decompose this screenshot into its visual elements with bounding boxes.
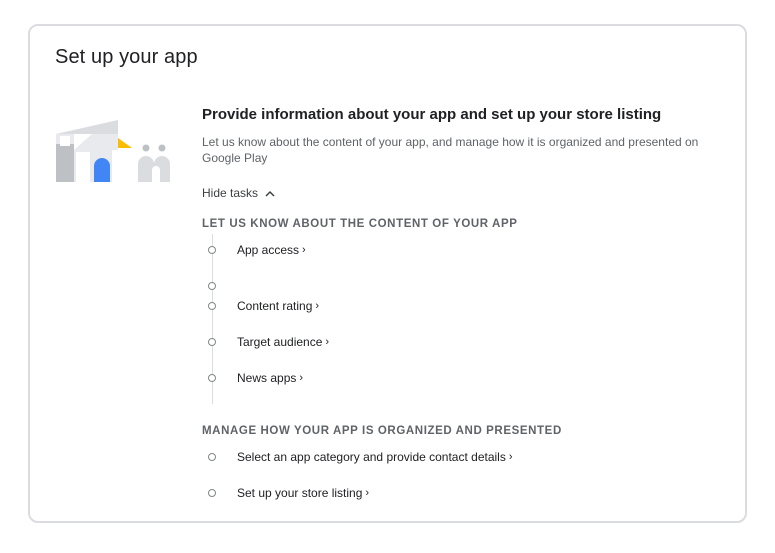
task-link-news-apps[interactable]: News apps ›: [237, 371, 303, 385]
chevron-right-icon: ›: [325, 336, 330, 348]
task-link-app-access[interactable]: App access ›: [237, 243, 306, 257]
chevron-right-icon: ›: [299, 372, 304, 384]
group-heading-organized: MANAGE HOW YOUR APP IS ORGANIZED AND PRE…: [202, 425, 562, 437]
section-description: Let us know about the content of your ap…: [202, 135, 699, 165]
app-setup-illustration: [56, 120, 170, 182]
task-status-icon: [208, 338, 216, 346]
hide-tasks-label: Hide tasks: [202, 186, 259, 200]
task-link-app-category[interactable]: Select an app category and provide conta…: [237, 450, 513, 464]
chevron-up-icon: [265, 190, 275, 197]
task-news-apps[interactable]: News apps ›: [208, 370, 303, 386]
task-status-icon: [208, 282, 216, 290]
task-app-access[interactable]: App access ›: [208, 242, 306, 258]
task-link-store-listing[interactable]: Set up your store listing ›: [237, 486, 369, 500]
task-label: App access: [237, 243, 300, 257]
chevron-right-icon: ›: [508, 451, 513, 463]
task-store-listing[interactable]: Set up your store listing ›: [208, 485, 369, 501]
task-link-content-rating[interactable]: Content rating ›: [237, 299, 319, 313]
chevron-right-icon: ›: [302, 244, 306, 256]
chevron-right-icon: ›: [365, 487, 370, 499]
task-status-icon: [208, 374, 216, 382]
task-status-icon: [208, 453, 216, 461]
section-title: Provide information about your app and s…: [202, 106, 662, 123]
task-label: Select an app category and provide conta…: [237, 450, 506, 464]
task-target-audience[interactable]: Target audience ›: [208, 334, 329, 350]
task-content-rating[interactable]: Content rating ›: [208, 298, 319, 314]
task-empty: [208, 278, 237, 294]
chevron-right-icon: ›: [315, 300, 320, 312]
setup-card: Set up your app Provide information abou…: [28, 24, 747, 523]
task-app-category[interactable]: Select an app category and provide conta…: [208, 449, 513, 465]
task-label: News apps: [237, 371, 297, 385]
task-link-target-audience[interactable]: Target audience ›: [237, 335, 329, 349]
task-label: Content rating: [237, 299, 313, 313]
task-status-icon: [208, 302, 216, 310]
hide-tasks-toggle[interactable]: Hide tasks: [202, 186, 275, 200]
task-label: Set up your store listing: [237, 486, 363, 500]
card-title: Set up your app: [55, 46, 198, 68]
task-label: Target audience: [237, 335, 323, 349]
group-heading-content: LET US KNOW ABOUT THE CONTENT OF YOUR AP…: [202, 218, 518, 230]
task-status-icon: [208, 489, 216, 497]
task-status-icon: [208, 246, 216, 254]
